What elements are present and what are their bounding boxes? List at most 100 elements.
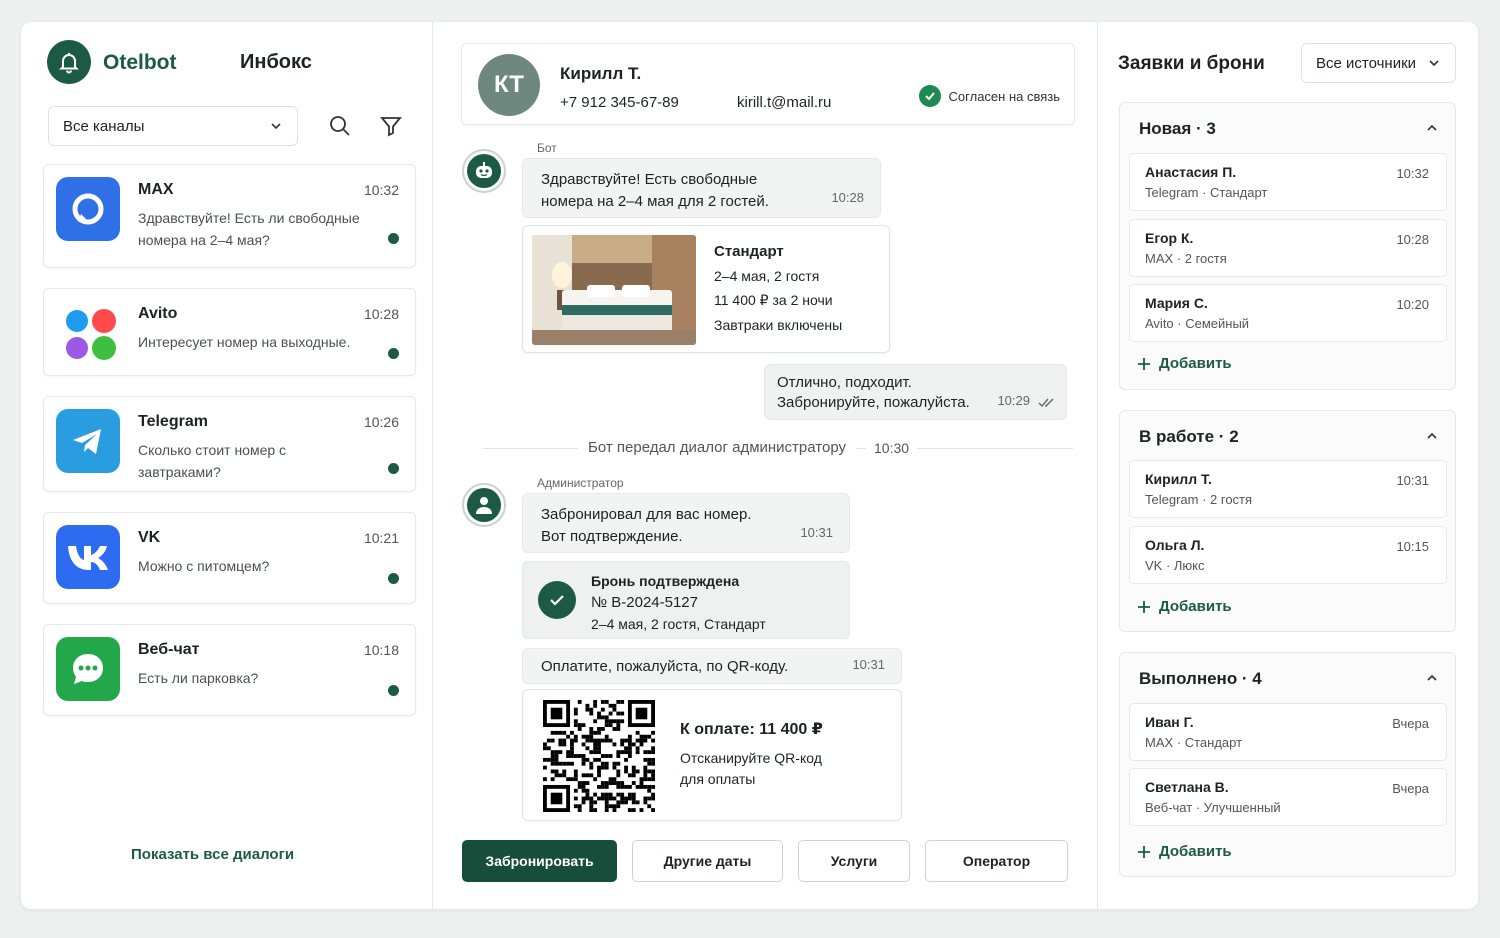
services-button[interactable]: Услуги: [798, 840, 910, 882]
message-time: 10:29: [997, 393, 1030, 408]
booking-item[interactable]: Мария С. Avito · Семейный 10:20: [1129, 284, 1447, 342]
conversation-item-vk[interactable]: VK 10:21 Можно с питомцем?: [43, 512, 416, 604]
group-new: Новая · 3 Анастасия П. Telegram · Станда…: [1119, 102, 1456, 390]
booking-name: Мария С.: [1145, 295, 1208, 311]
group-title: Новая · 3: [1139, 119, 1216, 138]
chevron-up-icon[interactable]: [1425, 121, 1439, 135]
chevron-down-icon: [271, 123, 281, 130]
message-time: 10:31: [852, 657, 885, 672]
admin-sender-label: Администратор: [537, 476, 624, 490]
conversation-item-telegram[interactable]: Telegram 10:26 Сколько стоит номер с зав…: [43, 396, 416, 492]
booking-time: 10:31: [1396, 473, 1429, 488]
booking-item[interactable]: Егор К. MAX · 2 гостя 10:28: [1129, 219, 1447, 277]
book-button[interactable]: Забронировать: [462, 840, 617, 882]
consent-label: Согласен на связь: [948, 88, 1060, 104]
conversation-preview: Интересует номер на выходные.: [138, 334, 351, 350]
show-all-dialogs-link[interactable]: Показать все диалоги: [131, 846, 294, 863]
inbox-title: Инбокс: [240, 51, 312, 73]
booking-item[interactable]: Светлана В. Веб-чат · Улучшенный Вчера: [1129, 768, 1447, 826]
booking-name: Иван Г.: [1145, 714, 1194, 730]
unread-dot: [388, 348, 399, 359]
search-icon[interactable]: [326, 112, 354, 140]
conversation-time: 10:21: [363, 530, 399, 546]
message-text: Забронировал для вас номер.: [541, 506, 752, 523]
booking-item[interactable]: Анастасия П. Telegram · Стандарт 10:32: [1129, 153, 1447, 211]
booking-name: Кирилл Т.: [1145, 471, 1212, 487]
booking-time: 10:32: [1396, 166, 1429, 181]
conversation-time: 10:26: [363, 414, 399, 430]
booking-time: 10:15: [1396, 539, 1429, 554]
booking-time: Вчера: [1392, 781, 1429, 796]
add-booking-button[interactable]: Добавить: [1137, 598, 1232, 615]
room-offer-card[interactable]: Стандарт 2–4 мая, 2 гостя 11 400 ₽ за 2 …: [522, 225, 890, 353]
booking-name: Ольга Л.: [1145, 537, 1205, 553]
brand-name: Otelbot: [103, 51, 177, 74]
add-booking-button[interactable]: Добавить: [1137, 355, 1232, 372]
source-filter-label: Все источники: [1316, 54, 1417, 72]
source-filter-select[interactable]: Все источники: [1301, 43, 1456, 83]
room-breakfast: Завтраки включены: [714, 317, 843, 333]
contact-email[interactable]: kirill.t@mail.ru: [737, 94, 831, 111]
inbox-panel: Otelbot Инбокс Все каналы MAX 10:32 Здра…: [21, 22, 433, 909]
unread-dot: [388, 233, 399, 244]
double-check-icon: [1038, 398, 1054, 408]
avito-icon: [56, 301, 120, 365]
consent-badge: Согласен на связь: [918, 85, 1060, 107]
check-circle-icon: [918, 85, 941, 107]
payment-message-bubble: Оплатите, пожалуйста, по QR-коду. 10:31: [522, 648, 902, 684]
add-label: Добавить: [1159, 843, 1232, 860]
conversation-name: MAX: [138, 181, 174, 198]
conversation-name: VK: [138, 529, 161, 546]
group-in-progress: В работе · 2 Кирилл Т. Telegram · 2 гост…: [1119, 410, 1456, 632]
chevron-up-icon[interactable]: [1425, 671, 1439, 685]
filter-icon[interactable]: [377, 112, 405, 140]
booking-confirmation-card[interactable]: Бронь подтверждена № B-2024-5127 2–4 мая…: [522, 561, 850, 639]
booking-sub: Telegram · Стандарт: [1145, 185, 1268, 200]
message-text: Здравствуйте! Есть свободные: [541, 171, 758, 188]
robot-icon: [467, 154, 501, 188]
qr-code-icon: [543, 700, 655, 812]
conversation-preview: Здравствуйте! Есть ли свободные номера н…: [138, 210, 360, 248]
booking-time: Вчера: [1392, 716, 1429, 731]
conversation-name: Веб-чат: [138, 641, 200, 658]
unread-dot: [388, 463, 399, 474]
vk-icon: [56, 525, 120, 589]
other-dates-button[interactable]: Другие даты: [632, 840, 783, 882]
chevron-up-icon[interactable]: [1425, 429, 1439, 443]
conversation-time: 10:28: [363, 306, 399, 322]
message-text: Оплатите, пожалуйста, по QR-коду.: [541, 658, 789, 675]
payment-qr-card[interactable]: К оплате: 11 400 ₽ Отсканируйте QR-код д…: [522, 689, 902, 821]
user-icon: [467, 488, 501, 522]
add-label: Добавить: [1159, 598, 1232, 615]
booking-item[interactable]: Иван Г. MAX · Стандарт Вчера: [1129, 703, 1447, 761]
unread-dot: [388, 685, 399, 696]
max-icon: [56, 177, 120, 241]
conversation-item-avito[interactable]: Avito 10:28 Интересует номер на выходные…: [43, 288, 416, 376]
booking-number: № B-2024-5127: [591, 594, 698, 611]
conversation-item-webchat[interactable]: Веб-чат 10:18 Есть ли парковка?: [43, 624, 416, 716]
payment-amount: К оплате: 11 400 ₽: [680, 721, 823, 738]
check-circle-icon: [538, 581, 576, 619]
booking-item[interactable]: Кирилл Т. Telegram · 2 гостя 10:31: [1129, 460, 1447, 518]
room-photo: [532, 235, 696, 345]
channel-filter-select[interactable]: Все каналы: [48, 106, 298, 146]
room-price: 11 400 ₽ за 2 ночи: [714, 292, 833, 308]
plus-icon: [1138, 357, 1150, 370]
confirmation-title: Бронь подтверждена: [591, 573, 740, 589]
bot-sender-label: Бот: [537, 141, 557, 155]
contact-name: Кирилл Т.: [560, 64, 642, 83]
message-time: 10:31: [800, 525, 833, 540]
operator-button[interactable]: Оператор: [925, 840, 1068, 882]
room-title: Стандарт: [714, 243, 784, 260]
contact-phone[interactable]: +7 912 345-67-89: [560, 94, 679, 111]
bookings-panel: Заявки и брони Все источники Новая · 3 А…: [1098, 22, 1478, 909]
plus-icon: [1138, 600, 1150, 613]
conversation-item-max[interactable]: MAX 10:32 Здравствуйте! Есть ли свободны…: [43, 164, 416, 268]
booking-item[interactable]: Ольга Л. VK · Люкс 10:15: [1129, 526, 1447, 584]
conversation-preview: Есть ли парковка?: [138, 670, 259, 686]
booking-time: 10:20: [1396, 297, 1429, 312]
booking-name: Анастасия П.: [1145, 164, 1237, 180]
add-booking-button[interactable]: Добавить: [1137, 843, 1232, 860]
bell-logo-icon: [47, 40, 91, 84]
conversation-name: Avito: [138, 305, 178, 322]
